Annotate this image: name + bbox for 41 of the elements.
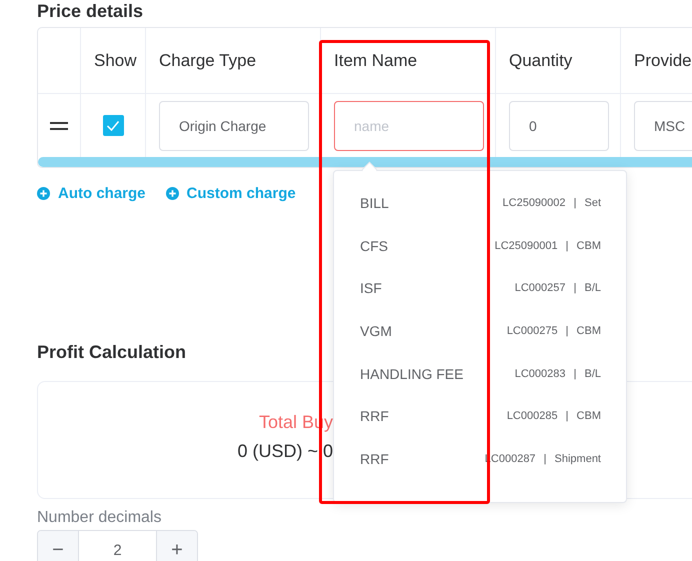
option-detail: LC000275 | CBM	[506, 325, 601, 338]
option-name: CFS	[360, 238, 388, 254]
checkmark-icon	[106, 120, 120, 132]
scrollbar[interactable]	[38, 157, 692, 167]
dropdown-option[interactable]: VGM LC000275 | CBM	[334, 310, 626, 352]
show-checkbox[interactable]	[102, 115, 124, 136]
column-header: Charge Type	[146, 28, 321, 94]
decimals-label: Number decimals	[37, 509, 162, 527]
drag-handle-icon[interactable]	[50, 122, 68, 130]
dropdown-option[interactable]: CFS LC25090001 | CBM	[334, 224, 626, 268]
option-detail: LC000257 | B/L	[514, 282, 601, 294]
quantity-field[interactable]: 0	[509, 100, 609, 150]
option-name: ISF	[360, 280, 382, 296]
option-detail: LC25090001 | CBM	[494, 240, 601, 252]
decimals-stepper[interactable]: − 2 +	[37, 530, 198, 561]
column-header: Provide	[621, 28, 692, 94]
column-header: Item Name	[321, 28, 496, 94]
decrement-button[interactable]: −	[38, 531, 78, 561]
item-name-field[interactable]: name	[334, 100, 484, 150]
provider-field[interactable]: MSC	[634, 100, 692, 150]
charge-type-field[interactable]: Origin Charge	[159, 100, 309, 150]
option-name: RRF	[360, 450, 389, 467]
column-header: Show	[81, 28, 146, 94]
plus-circle-icon	[37, 187, 50, 200]
dropdown-option[interactable]: ISF LC000257 | B/L	[334, 267, 626, 310]
option-name: RRF	[360, 408, 389, 424]
section-title: Price details	[37, 0, 144, 22]
dropdown-option[interactable]: RRF LC000285 | CBM	[334, 394, 626, 438]
dropdown-option[interactable]: HANDLING FEE LC000283 | B/L	[334, 352, 626, 395]
option-detail: LC000285 | CBM	[506, 410, 601, 422]
dropdown-option[interactable]: BILL LC25090002 | Set	[334, 182, 626, 225]
total-value: 0 (USD) ~ 0	[237, 441, 333, 462]
plus-circle-icon	[166, 187, 179, 200]
increment-button[interactable]: +	[157, 531, 197, 561]
section-title: Profit Calculation	[37, 341, 188, 363]
option-name: BILL	[360, 195, 389, 212]
option-detail: LC25090002 | Set	[502, 197, 601, 210]
option-detail: LC000283 | B/L	[514, 368, 601, 380]
column-header: Quantity	[496, 28, 621, 94]
option-name: HANDLING FEE	[360, 366, 464, 382]
option-name: VGM	[360, 323, 392, 340]
